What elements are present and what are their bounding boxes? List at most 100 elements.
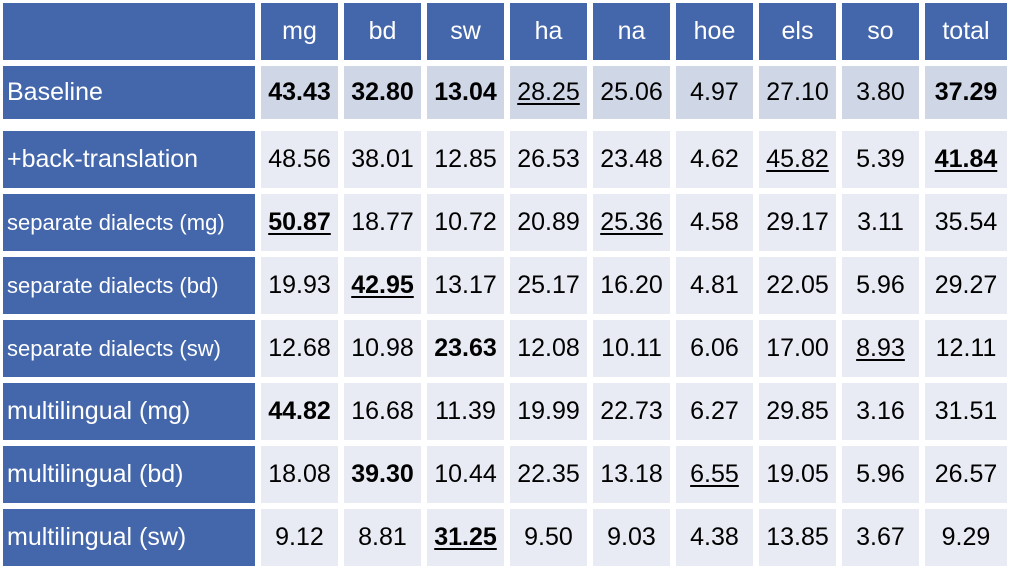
column-header: ha	[507, 0, 590, 63]
table-cell: 4.97	[673, 63, 756, 122]
table-cell: 28.25	[507, 63, 590, 122]
cell-value: 10.44	[434, 460, 497, 488]
cell-value: 44.82	[268, 397, 331, 425]
cell-value: 16.20	[600, 271, 663, 299]
cell-value: 23.63	[434, 334, 497, 362]
table-row: separate dialects (mg) 50.87 18.77 10.72 20.…	[0, 191, 1010, 254]
table-cell: 3.11	[839, 191, 922, 254]
cell-value: 22.05	[766, 271, 829, 299]
cell-value: 5.96	[856, 460, 905, 488]
table-cell: 26.57	[922, 443, 1010, 506]
table-cell: 9.50	[507, 506, 590, 569]
cell-value: 4.62	[690, 145, 739, 173]
table-cell: 10.72	[424, 191, 507, 254]
row-label: multilingual (mg)	[0, 380, 258, 443]
cell-value: 19.05	[766, 460, 829, 488]
cell-value: 10.98	[351, 334, 414, 362]
table-cell: 10.98	[341, 317, 424, 380]
cell-value: 9.03	[607, 523, 656, 551]
table-cell: 23.63	[424, 317, 507, 380]
table-cell: 22.73	[590, 380, 673, 443]
cell-value: 13.85	[766, 523, 829, 551]
table-cell: 13.17	[424, 254, 507, 317]
cell-value: 38.01	[351, 145, 414, 173]
table-cell: 29.27	[922, 254, 1010, 317]
results-table: mg bd sw ha na hoe els so total Baseline…	[0, 0, 1010, 569]
cell-value: 41.84	[934, 145, 998, 173]
cell-value: 35.54	[934, 208, 998, 236]
table-cell: 44.82	[258, 380, 341, 443]
row-label: separate dialects (mg)	[0, 191, 258, 254]
cell-value: 23.48	[600, 145, 663, 173]
cell-value: 31.25	[434, 523, 497, 551]
cell-value: 25.36	[600, 208, 663, 236]
cell-value: 50.87	[268, 208, 331, 236]
cell-value: 6.55	[690, 460, 739, 488]
cell-value: 6.06	[690, 334, 739, 362]
table-cell: 27.10	[756, 63, 839, 122]
table-cell: 10.44	[424, 443, 507, 506]
cell-value: 3.16	[856, 397, 905, 425]
table-cell: 13.85	[756, 506, 839, 569]
table-cell: 3.80	[839, 63, 922, 122]
cell-value: 4.81	[690, 271, 739, 299]
table-cell: 41.84	[922, 128, 1010, 191]
table-cell: 6.06	[673, 317, 756, 380]
row-label: separate dialects (sw)	[0, 317, 258, 380]
cell-value: 13.17	[434, 271, 497, 299]
table-cell: 20.89	[507, 191, 590, 254]
cell-value: 4.97	[690, 78, 739, 106]
table-cell: 13.18	[590, 443, 673, 506]
cell-value: 48.56	[268, 145, 331, 173]
table-cell: 4.58	[673, 191, 756, 254]
cell-value: 17.00	[766, 334, 829, 362]
table-cell: 12.68	[258, 317, 341, 380]
cell-value: 31.51	[934, 397, 998, 425]
column-header: hoe	[673, 0, 756, 63]
table-cell: 25.06	[590, 63, 673, 122]
cell-value: 12.68	[268, 334, 331, 362]
table-cell: 25.17	[507, 254, 590, 317]
table-cell: 12.11	[922, 317, 1010, 380]
cell-value: 22.73	[600, 397, 663, 425]
cell-value: 12.11	[935, 334, 997, 362]
cell-value: 3.80	[856, 78, 905, 106]
cell-value: 27.10	[766, 78, 829, 106]
cell-value: 11.39	[435, 397, 496, 425]
table-cell: 38.01	[341, 128, 424, 191]
cell-value: 9.50	[524, 523, 573, 551]
cell-value: 39.30	[351, 460, 414, 488]
table-cell: 4.62	[673, 128, 756, 191]
cell-value: 18.08	[268, 460, 331, 488]
table-cell: 19.05	[756, 443, 839, 506]
table-row: multilingual (mg) 44.82 16.68 11.39 19.99 22.…	[0, 380, 1010, 443]
cell-value: 18.77	[351, 208, 414, 236]
table-row: multilingual (sw) 9.12 8.81 31.25 9.50 9.03 4.…	[0, 506, 1010, 569]
table-cell: 12.08	[507, 317, 590, 380]
row-label: multilingual (sw)	[0, 506, 258, 569]
corner-cell	[0, 0, 258, 63]
cell-value: 32.80	[351, 78, 414, 106]
cell-value: 13.18	[600, 460, 663, 488]
table-cell: 19.93	[258, 254, 341, 317]
column-header: bd	[341, 0, 424, 63]
cell-value: 42.95	[351, 271, 414, 299]
table-row: separate dialects (sw) 12.68 10.98 23.63 12.…	[0, 317, 1010, 380]
table-cell: 8.93	[839, 317, 922, 380]
cell-value: 3.11	[857, 208, 904, 236]
cell-value: 22.35	[517, 460, 580, 488]
cell-value: 10.72	[434, 208, 497, 236]
cell-value: 6.27	[690, 397, 739, 425]
table-cell: 22.35	[507, 443, 590, 506]
table-cell: 39.30	[341, 443, 424, 506]
column-header: na	[590, 0, 673, 63]
table-cell: 29.17	[756, 191, 839, 254]
table-cell: 6.27	[673, 380, 756, 443]
table-cell: 3.16	[839, 380, 922, 443]
table-cell: 17.00	[756, 317, 839, 380]
cell-value: 10.11	[601, 334, 662, 362]
table-cell: 18.08	[258, 443, 341, 506]
table-cell: 5.39	[839, 128, 922, 191]
table-cell: 3.67	[839, 506, 922, 569]
table-cell: 6.55	[673, 443, 756, 506]
